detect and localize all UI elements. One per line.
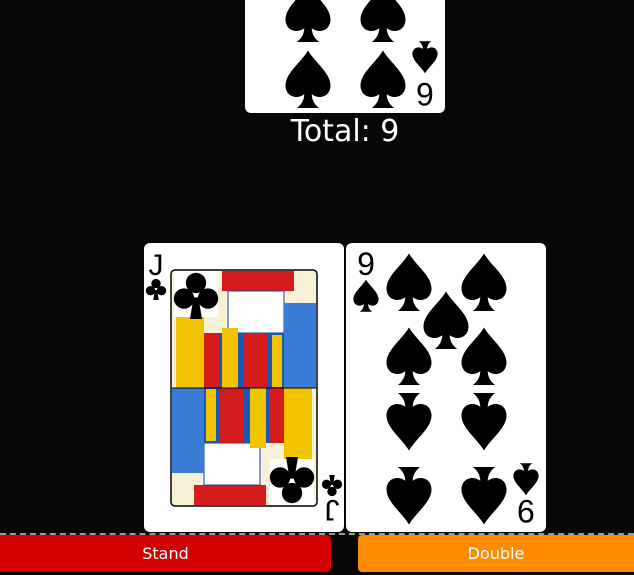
player-card-jack-of-clubs: J J <box>144 243 344 532</box>
dealer-total: Total: 9 <box>290 114 400 149</box>
stand-button[interactable]: Stand <box>0 535 331 572</box>
jack-rank-top: J <box>149 249 164 282</box>
nine-rank-top: 9 <box>357 246 375 282</box>
dealer-card-rank: 6 <box>416 76 434 112</box>
nine-of-spades-icon: 9 9 <box>353 246 539 529</box>
six-of-spades-icon: 6 <box>285 0 438 112</box>
jack-rank-bottom: J <box>325 493 340 526</box>
double-button[interactable]: Double <box>358 535 634 572</box>
nine-rank-bottom: 9 <box>517 493 535 529</box>
dealer-card: 6 <box>245 0 445 113</box>
player-card-nine-of-spades: 9 9 <box>346 243 546 532</box>
jack-of-clubs-icon: J J <box>145 249 343 526</box>
